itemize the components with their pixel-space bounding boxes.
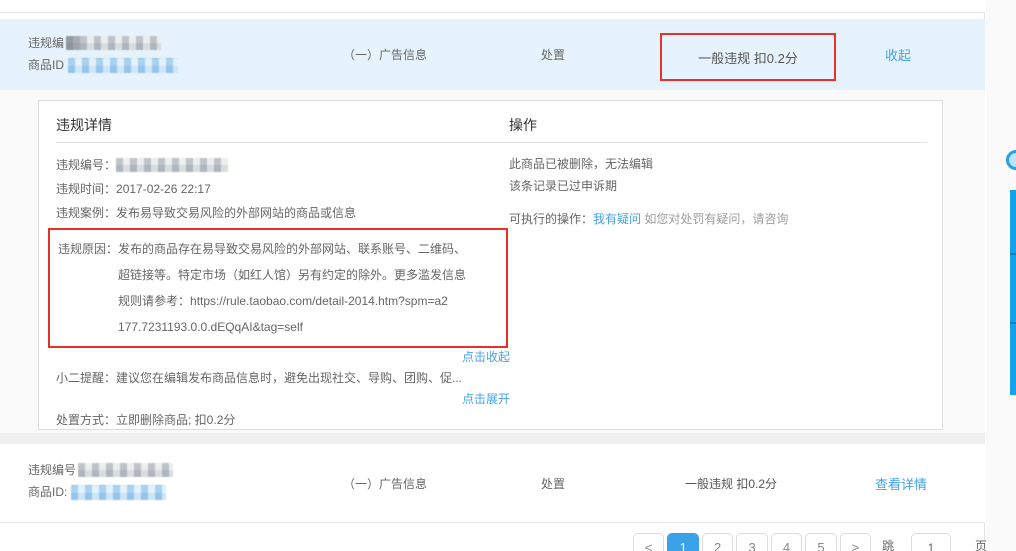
executable-actions-label: 可执行的操作： bbox=[509, 212, 593, 226]
penalty-text: 一般违规 扣0.2分 bbox=[685, 444, 777, 523]
floating-sidebar-bar[interactable] bbox=[1010, 190, 1016, 395]
content-panel: 违规编 商品ID （一）广告信息 处置 一般违规 扣0.2分 收起 bbox=[0, 0, 985, 551]
penalty-highlight-box: 一般违规 扣0.2分 bbox=[660, 33, 836, 81]
page-button-3[interactable]: 3 bbox=[736, 533, 767, 551]
page-button-4[interactable]: 4 bbox=[771, 533, 802, 551]
detail-card: 违规详情 违规编号： 违规时间：2017-02-26 22:17 违规案例：发布… bbox=[38, 100, 943, 430]
violation-id-label: 违规编 bbox=[28, 32, 64, 54]
violation-no-label: 违规编号： bbox=[56, 153, 116, 177]
jump-to-label: 跳至 bbox=[882, 533, 905, 551]
operation-status-line2: 该条记录已过申诉期 bbox=[509, 175, 927, 197]
action-column-value: 处置 bbox=[541, 19, 565, 90]
violation-time-label: 违规时间： bbox=[56, 182, 116, 196]
title-underline bbox=[509, 142, 927, 143]
disposal-method-value: 立即删除商品; 扣0.2分 bbox=[116, 413, 235, 427]
pagination: < 1 2 3 4 5 > 跳至 页 bbox=[633, 533, 987, 551]
record-row-collapsed: 违规编号 商品ID: （一）广告信息 处置 一般违规 扣0.2分 查看详情 bbox=[0, 444, 985, 523]
violation-case-value: 发布易导致交易风险的外部网站的商品或信息 bbox=[116, 206, 356, 220]
violation-id-redacted bbox=[66, 36, 161, 50]
staff-reminder-value: 建议您在编辑发布商品信息时，避免出现社交、导购、团购、促... bbox=[116, 371, 462, 385]
page-button-5[interactable]: 5 bbox=[805, 533, 836, 551]
reason-line: 规则请参考：https://rule.taobao.com/detail-201… bbox=[118, 288, 466, 314]
penalty-text: 一般违规 扣0.2分 bbox=[698, 48, 798, 67]
sidebar-separator bbox=[1010, 253, 1016, 255]
expand-reminder-link[interactable]: 点击展开 bbox=[462, 392, 510, 406]
violation-category: （一）广告信息 bbox=[343, 19, 427, 90]
reason-highlight-box: 违规原因： 发布的商品存在易导致交易风险的外部网站、联系账号、二维码、 超链接等… bbox=[48, 228, 508, 348]
operation-status-line1: 此商品已被删除，无法编辑 bbox=[509, 153, 927, 175]
collapse-row-link[interactable]: 收起 bbox=[885, 45, 911, 64]
question-link[interactable]: 我有疑问 bbox=[593, 212, 641, 226]
reason-line: 发布的商品存在易导致交易风险的外部网站、联系账号、二维码、 bbox=[118, 236, 466, 262]
product-id-label: 商品ID bbox=[28, 54, 64, 76]
violation-reason-label: 违规原因： bbox=[58, 236, 118, 340]
reason-line: 超链接等。特定市场（如红人馆）另有约定的除外。更多滥发信息 bbox=[118, 262, 466, 288]
disposal-method-label: 处置方式： bbox=[56, 413, 116, 427]
page-button-1[interactable]: 1 bbox=[667, 533, 698, 551]
record-id-block: 违规编号 商品ID: bbox=[28, 459, 173, 503]
product-id-label: 商品ID: bbox=[28, 481, 67, 503]
operation-title: 操作 bbox=[509, 115, 927, 135]
title-underline bbox=[56, 142, 511, 143]
page-button-2[interactable]: 2 bbox=[702, 533, 733, 551]
violation-detail-title: 违规详情 bbox=[56, 115, 511, 135]
product-id-redacted bbox=[68, 58, 178, 73]
section-gap bbox=[0, 433, 985, 444]
violation-reason-text: 发布的商品存在易导致交易风险的外部网站、联系账号、二维码、 超链接等。特定市场（… bbox=[118, 236, 466, 340]
page-suffix-label: 页 bbox=[975, 533, 987, 551]
record-id-block: 违规编 商品ID bbox=[28, 32, 178, 76]
chevron-left-icon[interactable]: < bbox=[633, 533, 664, 551]
violation-case-label: 违规案例： bbox=[56, 206, 116, 220]
staff-reminder-label: 小二提醒： bbox=[56, 371, 116, 385]
view-detail-link[interactable]: 查看详情 bbox=[875, 474, 927, 493]
violation-time-value: 2017-02-26 22:17 bbox=[116, 182, 211, 196]
violation-id-redacted bbox=[78, 463, 173, 477]
top-divider bbox=[0, 0, 985, 13]
operation-column: 操作 此商品已被删除，无法编辑 该条记录已过申诉期 可执行的操作：我有疑问 如您… bbox=[509, 101, 927, 231]
violation-records-page: 违规编 商品ID （一）广告信息 处置 一般违规 扣0.2分 收起 bbox=[0, 0, 1016, 551]
violation-no-redacted bbox=[116, 158, 228, 172]
sidebar-separator bbox=[1010, 322, 1016, 324]
chevron-right-icon[interactable]: > bbox=[840, 533, 871, 551]
action-column-value: 处置 bbox=[541, 444, 565, 523]
record-row-expanded: 违规编 商品ID （一）广告信息 处置 一般违规 扣0.2分 收起 bbox=[0, 19, 985, 90]
collapse-reason-link[interactable]: 点击收起 bbox=[462, 350, 510, 364]
reason-line: 177.7231193.0.0.dEQqAI&tag=self bbox=[118, 314, 466, 340]
product-id-redacted bbox=[71, 485, 166, 500]
violation-detail-column: 违规详情 违规编号： 违规时间：2017-02-26 22:17 违规案例：发布… bbox=[56, 101, 511, 456]
violation-id-label: 违规编号 bbox=[28, 459, 76, 481]
question-hint: 如您对处罚有疑问，请咨询 bbox=[644, 212, 788, 226]
violation-category: （一）广告信息 bbox=[343, 444, 427, 523]
page-jump-input[interactable] bbox=[911, 533, 951, 551]
detail-section: 违规详情 违规编号： 违规时间：2017-02-26 22:17 违规案例：发布… bbox=[0, 90, 985, 433]
